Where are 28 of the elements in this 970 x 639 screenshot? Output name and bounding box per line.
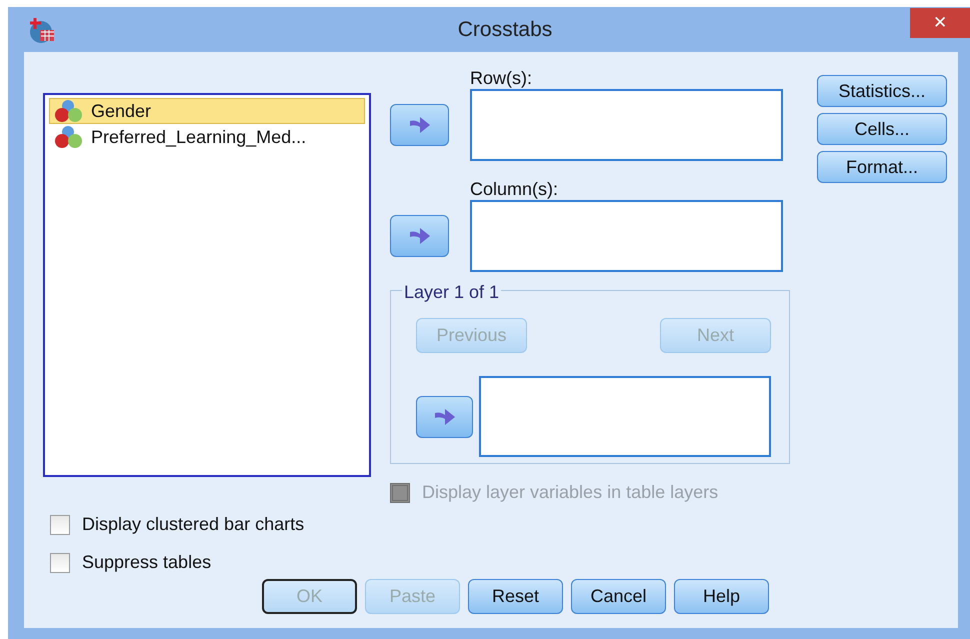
dialog-button[interactable]: Reset: [468, 579, 563, 614]
arrow-icon: [434, 408, 456, 426]
checkbox-label: Display layer variables in table layers: [422, 481, 718, 504]
nominal-variable-icon: [53, 125, 85, 149]
window-title: Crosstabs: [456, 16, 554, 43]
field-label: Column(s):: [470, 179, 560, 200]
variable-item[interactable]: Preferred_Learning_Med...: [49, 124, 365, 150]
dialog-button[interactable]: Cancel: [571, 579, 666, 614]
target-list[interactable]: [470, 89, 783, 161]
move-button[interactable]: [416, 396, 474, 438]
move-button[interactable]: [390, 215, 449, 257]
dialog-button[interactable]: Cells...: [817, 113, 947, 145]
variable-item[interactable]: Gender: [49, 98, 365, 124]
close-button[interactable]: ✕: [910, 8, 970, 38]
target-list[interactable]: [470, 200, 783, 272]
checkbox[interactable]: [50, 514, 70, 534]
layer-list[interactable]: [479, 376, 771, 457]
checkbox-label: Suppress tables: [82, 551, 212, 574]
dialog-button[interactable]: Help: [674, 579, 769, 614]
arrow-icon: [408, 227, 430, 245]
checkbox[interactable]: [50, 552, 70, 572]
move-button[interactable]: [390, 104, 449, 146]
dialog-button[interactable]: Statistics...: [817, 75, 947, 107]
checkbox-label: Display clustered bar charts: [82, 513, 304, 536]
nominal-variable-icon: [53, 99, 85, 123]
arrow-icon: [408, 116, 430, 134]
field-label: Row(s):: [470, 68, 533, 89]
dialog-button[interactable]: Format...: [817, 151, 947, 183]
